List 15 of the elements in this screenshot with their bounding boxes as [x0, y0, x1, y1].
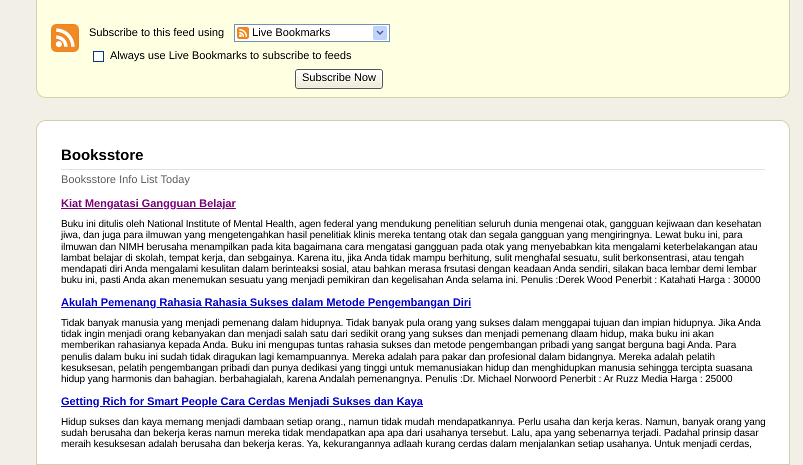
entry-title-link[interactable]: Kiat Mengatasi Gangguan Belajar: [61, 197, 236, 211]
rss-icon: [237, 27, 250, 39]
feed-subtitle: Booksstore Info List Today: [61, 172, 191, 188]
always-use-checkbox[interactable]: [93, 50, 104, 62]
subscribe-label: Subscribe to this feed using: [89, 26, 224, 41]
rss-feed-icon: [51, 24, 79, 52]
entry-description: Hidup sukses dan kaya memang menjadi dambaan setiap orang., namun tidak mudah mendapatkannya. Perlu usaha dan kerja keras. Namun, banyak orang yang sudah berusaha dan bekerja keras namun mereka tidak mendapatkan apa apa dari usahanya tersebut. Lalu, apa yang sebenarnya terjadi. Padahal prinsip dasar meraih kesuksesan adalah berusaha dan bekerja keras. Ya, kekurangannya adlaah kurang cerdas dalam menjalankan setiap usahanya. Untuk menjadi cerdas,: [61, 416, 767, 450]
entry-description: Tidak banyak manusia yang menjadi pemenang dalam hidupnya. Tidak banyak pula orang yang sukses dalam menggapai tujuan dan impian hidupnya. Jika Anda tidak ingin menjadi orang kebanyakan dan menjadi salah satu dari sedikit orang yang sukses dan menjadi pemenang dlaam hidup, maka buku ini akan memberikan rahasianya kepada Anda. Buku ini mengupas tuntas rahasia sukses dan metode pengembangan pribadi yang sangat berguna bagi Anda. Para penulis dalam buku ini sudah tidak diragukan lagi kemampuannya. Mereka adalah para pakar dan profesional dalam bidangnya. Mereka adalah pelatih kesuksesan, pelatih pengembangan pribadi dan punya dedikasi yang tinggi untuk memanusiakan hidup dan menghidupkan manusia sehingga tercipta suasana hidup yang harmonis dan bahagian. berbahagialah, karena Andalah pemenangnya. Penulis :Dr. Michael Norwoord Penerbit : Ar Ruzz Media Harga : 25000: [61, 318, 762, 386]
entry-description: Buku ini ditulis oleh National Institute of Mental Health, agen federal yang mendukung penelitian seluruh dunia mengenai otak, gangguan kejiwaan dan kesehatan jiwa, dan juga para ilmuwan yang mengetengahkan hasil penelitiak klinis mereka tentang otak dan segala gangguan yang mengiringnya. Lewat buku ini, para ilmuwan dan NIMH berusaha menampilkan pada kita bagaimana cara mengatasi gangguan pada otak yang menyebabkan kita mengalami keterbelakangan atau lambat belajar di skolah, tempat kerja, dan sebgainya. Karena itu, jika Anda tidak mampu berhitung, sulit menghafal sesuatu, sulit berkonsentrasi, atau tengah mendapati diri Anda mengalami kesulitan dalam berinteaksi sosial, atau bahkan merasa frsutasi dengan keadaan Anda sendiri, silakan baca lembar demi lembar buku ini, pasti Anda akan menemukan sesuatu yang menjadi pemikiran dan kegelisahan Anda selama ini. Penulis :Derek Wood Penerbit : Katahati Harga : 30000: [61, 219, 762, 287]
entry-title-link[interactable]: Getting Rich for Smart People Cara Cerdas Menjadi Sukses dan Kaya: [61, 394, 423, 409]
always-use-label: Always use Live Bookmarks to subscribe to feeds: [110, 49, 352, 64]
reader-select[interactable]: Live Bookmarks: [234, 24, 390, 42]
entry-title-link[interactable]: Akulah Pemenang Rahasia Rahasia Sukses dalam Metode Pengembangan Diri: [61, 296, 472, 310]
feed-title: Booksstore: [61, 145, 765, 170]
subscribe-now-button[interactable]: Subscribe Now: [295, 68, 383, 88]
